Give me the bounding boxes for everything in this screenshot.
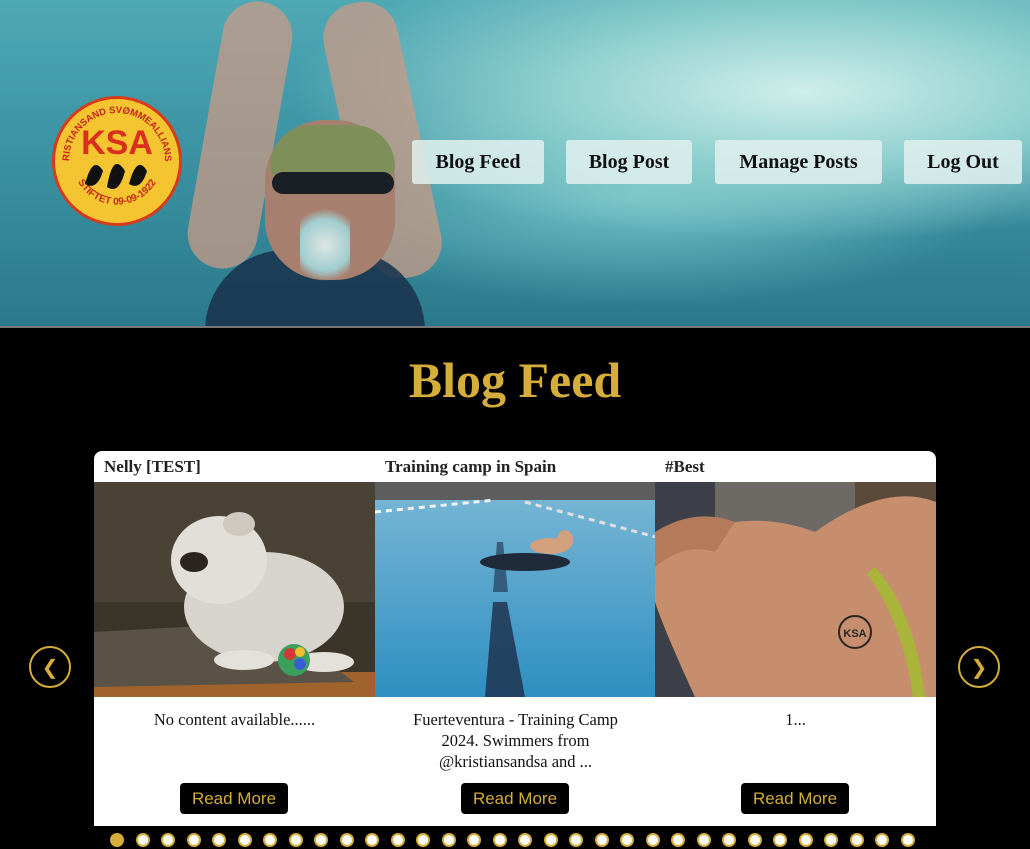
carousel-dot[interactable] xyxy=(110,833,124,847)
carousel-dot[interactable] xyxy=(390,833,405,847)
carousel-dot[interactable] xyxy=(416,833,430,847)
carousel-dot[interactable] xyxy=(543,833,558,847)
carousel-dot[interactable] xyxy=(467,833,481,847)
card-excerpt: 1... xyxy=(785,710,806,729)
logo-initials: KSA xyxy=(81,124,153,162)
carousel-dot[interactable] xyxy=(594,833,609,847)
nav-manage-posts-button[interactable]: Manage Posts xyxy=(715,140,882,184)
carousel-dot[interactable] xyxy=(773,833,787,847)
ksa-logo[interactable]: KRISTIANSAND SVØMMEALLIANSE STIFTET 09-0… xyxy=(52,96,182,226)
pool-swimmer-photo xyxy=(375,482,656,697)
blog-card: #Best KSA 1... Read More xyxy=(655,451,936,826)
blog-carousel: Nelly [TEST] No content available...... … xyxy=(94,451,936,826)
carousel-dot[interactable] xyxy=(900,833,915,847)
read-more-button[interactable]: Read More xyxy=(461,783,569,814)
carousel-dot[interactable] xyxy=(798,833,813,847)
carousel-dot[interactable] xyxy=(671,833,685,847)
blog-card: Training camp in Spain Fuerteventura - T… xyxy=(375,451,656,826)
carousel-dot[interactable] xyxy=(339,833,354,847)
chevron-left-icon: ❮ xyxy=(41,655,59,679)
carousel-dot[interactable] xyxy=(645,833,660,847)
carousel-dot[interactable] xyxy=(314,833,328,847)
carousel-dot[interactable] xyxy=(747,833,762,847)
carousel-dot[interactable] xyxy=(441,833,456,847)
page-title: Blog Feed xyxy=(408,352,622,408)
nav-blog-post-button[interactable]: Blog Post xyxy=(566,140,692,184)
nav-log-out-button[interactable]: Log Out xyxy=(904,140,1022,184)
svg-text:KSA: KSA xyxy=(843,628,866,640)
carousel-dot[interactable] xyxy=(620,833,634,847)
card-excerpt: Fuerteventura - Training Camp 2024. Swim… xyxy=(413,710,618,771)
shoulder-tattoo-photo: KSA xyxy=(655,482,936,697)
carousel-dot[interactable] xyxy=(186,833,201,847)
carousel-dot[interactable] xyxy=(824,833,838,847)
carousel-dot[interactable] xyxy=(237,833,252,847)
banner-swimmer-goggles xyxy=(272,172,394,194)
bulldog-photo xyxy=(94,482,375,697)
carousel-next-button[interactable]: ❯ xyxy=(958,646,1000,688)
carousel-dot[interactable] xyxy=(492,833,507,847)
card-title: Training camp in Spain xyxy=(385,457,557,476)
carousel-pagination xyxy=(110,833,915,849)
carousel-prev-button[interactable]: ❮ xyxy=(29,646,71,688)
card-title: #Best xyxy=(665,457,705,476)
carousel-dot[interactable] xyxy=(365,833,379,847)
carousel-dot[interactable] xyxy=(288,833,303,847)
banner-bubbles xyxy=(300,200,350,290)
logo-dolphins-icon xyxy=(85,163,147,189)
carousel-dot[interactable] xyxy=(875,833,889,847)
blog-card: Nelly [TEST] No content available...... … xyxy=(94,451,375,826)
nav-blog-feed-button[interactable]: Blog Feed xyxy=(412,140,544,184)
carousel-dot[interactable] xyxy=(212,833,226,847)
carousel-dot[interactable] xyxy=(696,833,711,847)
card-excerpt: No content available...... xyxy=(153,710,316,729)
carousel-dot[interactable] xyxy=(135,833,150,847)
carousel-dot[interactable] xyxy=(569,833,583,847)
read-more-button[interactable]: Read More xyxy=(741,783,849,814)
carousel-dot[interactable] xyxy=(161,833,175,847)
chevron-right-icon: ❯ xyxy=(970,655,988,679)
carousel-dot[interactable] xyxy=(518,833,532,847)
carousel-dot[interactable] xyxy=(849,833,864,847)
carousel-dot[interactable] xyxy=(263,833,277,847)
card-title: Nelly [TEST] xyxy=(104,457,201,476)
carousel-dot[interactable] xyxy=(722,833,736,847)
read-more-button[interactable]: Read More xyxy=(180,783,288,814)
